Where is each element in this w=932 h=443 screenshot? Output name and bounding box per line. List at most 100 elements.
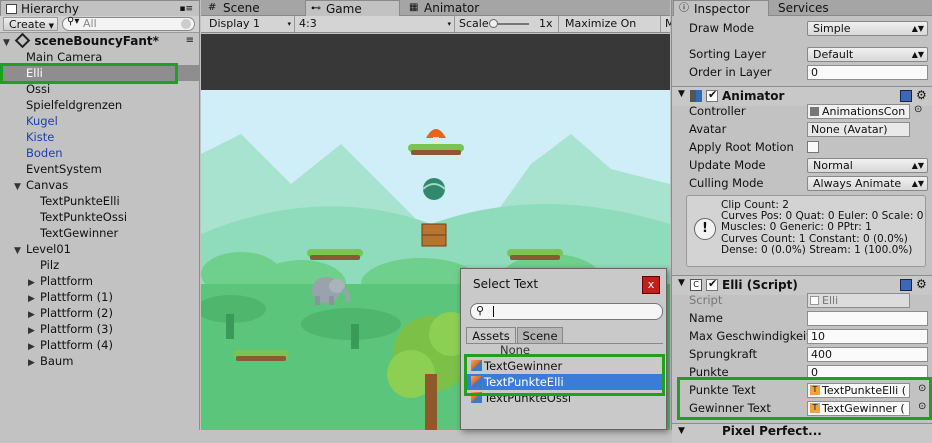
hierarchy-item[interactable]: ▼ Canvas — [0, 177, 200, 193]
aspect-label: 4:3 — [299, 17, 317, 30]
hierarchy-item-label: Plattform — [40, 274, 94, 288]
update-mode-dropdown[interactable]: Normal ▲▼ — [807, 158, 928, 173]
hierarchy-item[interactable]: Spielfeldgrenzen — [0, 97, 200, 113]
hierarchy-item[interactable]: TextPunkteOssi — [0, 209, 200, 225]
letterbox-top — [201, 34, 670, 90]
help-icon[interactable] — [900, 279, 912, 291]
tab-assets[interactable]: Assets — [466, 327, 516, 343]
hierarchy-item[interactable]: TextGewinner — [0, 225, 200, 241]
hierarchy-item[interactable]: ▼ Level01 — [0, 241, 200, 257]
name-label: Name — [689, 311, 723, 325]
hierarchy-item-label: Spielfeldgrenzen — [26, 98, 123, 112]
dialog-search-input[interactable]: ⚲ — [470, 303, 663, 320]
tab-animator[interactable]: ▦ Animator — [404, 0, 504, 16]
tab-services[interactable]: Services — [770, 0, 860, 16]
hierarchy-search[interactable]: ⚲▾ All — [62, 16, 195, 31]
inspector-tabbar: ⓘ Inspector Services — [672, 0, 932, 16]
hierarchy-item-label: Level01 — [26, 242, 71, 256]
foldout-arrow-icon[interactable]: ▼ — [678, 278, 685, 288]
draw-mode-label: Draw Mode — [689, 21, 755, 35]
crate — [421, 223, 447, 247]
hierarchy-item[interactable]: ▶ Plattform (4) — [0, 337, 200, 353]
tab-inspector[interactable]: ⓘ Inspector — [673, 0, 769, 16]
tab-scene[interactable]: Scene — [517, 327, 563, 343]
settings-gear-icon[interactable]: ⚙ — [916, 88, 927, 102]
animator-info-box: ! Clip Count: 2 Curves Pos: 0 Quat: 0 Eu… — [686, 195, 926, 267]
hierarchy-item[interactable]: EventSystem — [0, 161, 200, 177]
hierarchy-panel: Hierarchy ▪≡ Create ▼ ⚲▾ All ▼ sceneBounc… — [0, 0, 200, 430]
slider-thumb[interactable] — [489, 19, 498, 28]
hierarchy-item[interactable]: ▶ Baum — [0, 353, 200, 369]
hierarchy-item-label: Plattform (3) — [40, 322, 113, 336]
display-label: Display 1 — [209, 17, 261, 30]
maximize-on-play-toggle[interactable]: Maximize On Play — [561, 16, 661, 46]
order-in-layer-label: Order in Layer — [689, 65, 772, 79]
hierarchy-item[interactable]: Kugel — [0, 113, 200, 129]
animator-enabled-checkbox[interactable] — [706, 88, 718, 102]
apply-root-motion-checkbox[interactable] — [807, 141, 819, 153]
expand-arrow-icon[interactable]: ▶ — [28, 355, 40, 371]
jump-force-value: 400 — [811, 348, 832, 361]
display-dropdown[interactable]: Display 1 ▾ — [205, 16, 295, 32]
foldout-arrow-icon[interactable]: ▼ — [678, 426, 685, 436]
hierarchy-item[interactable]: Pilz — [0, 257, 200, 273]
tab-services-label: Services — [778, 1, 829, 15]
foldout-arrow-icon[interactable]: ▼ — [678, 89, 685, 99]
search-clear-icon[interactable] — [181, 19, 191, 29]
create-button[interactable]: Create ▼ — [3, 17, 58, 31]
search-placeholder: All — [83, 17, 97, 30]
culling-mode-dropdown[interactable]: Always Animate ▲▼ — [807, 176, 928, 191]
animator-controller-icon — [810, 107, 819, 116]
hierarchy-item[interactable]: ▶ Plattform (3) — [0, 321, 200, 337]
order-in-layer-field[interactable]: 0 — [807, 65, 928, 80]
scale-slider[interactable]: Scale 1x — [455, 16, 559, 32]
hierarchy-item-label: Canvas — [26, 178, 69, 192]
text-cursor — [493, 306, 494, 317]
mute-toggle[interactable]: M — [661, 16, 675, 32]
name-field[interactable] — [807, 311, 928, 326]
next-component-header[interactable]: ▼ Pixel Perfect... — [672, 423, 932, 443]
script-label: Script — [689, 293, 723, 307]
draw-mode-dropdown[interactable]: Simple ▲▼ — [807, 21, 928, 36]
max-speed-field[interactable]: 10 — [807, 329, 928, 344]
scene-menu-icon[interactable]: ≡ — [186, 33, 194, 49]
hierarchy-item-label: Kiste — [26, 130, 55, 144]
scene-name: sceneBouncyFant* — [34, 34, 159, 48]
hierarchy-item[interactable]: TextPunkteElli — [0, 193, 200, 209]
scale-value: 1x — [539, 17, 553, 30]
hierarchy-item[interactable]: ▶ Plattform — [0, 273, 200, 289]
object-picker-icon[interactable]: ⊙ — [914, 104, 922, 115]
ball — [422, 178, 446, 200]
settings-gear-icon[interactable]: ⚙ — [916, 277, 927, 291]
help-icon[interactable] — [900, 90, 912, 102]
close-button[interactable]: x — [642, 276, 660, 294]
sorting-layer-label: Sorting Layer — [689, 47, 767, 61]
jump-force-label: Sprungkraft — [689, 347, 757, 361]
next-component-title: Pixel Perfect... — [722, 424, 822, 438]
animator-icon: ▦ — [409, 2, 419, 13]
script-enabled-checkbox[interactable] — [706, 277, 718, 291]
scene-row[interactable]: ▼ sceneBouncyFant* ≡ — [0, 32, 200, 49]
hierarchy-item[interactable]: Kiste — [0, 129, 200, 145]
tab-scene[interactable]: # Scene — [203, 0, 287, 16]
hierarchy-item-label: EventSystem — [26, 162, 102, 176]
hierarchy-item[interactable]: ▶ Plattform (2) — [0, 305, 200, 321]
tab-animator-label: Animator — [424, 1, 480, 15]
panel-menu-icon[interactable]: ▪≡ — [179, 1, 193, 17]
hierarchy-item[interactable]: Boden — [0, 145, 200, 161]
sorting-layer-value: Default — [813, 48, 854, 61]
hierarchy-item[interactable]: ▶ Plattform (1) — [0, 289, 200, 305]
hierarchy-item-label: Plattform (4) — [40, 338, 113, 352]
tab-game[interactable]: ⊷ Game — [305, 0, 400, 16]
avatar-field[interactable]: None (Avatar) — [807, 122, 910, 137]
hierarchy-item-label: TextGewinner — [40, 226, 119, 240]
tab-hierarchy[interactable]: Hierarchy ▪≡ — [0, 0, 200, 16]
culling-mode-value: Always Animate — [813, 177, 902, 190]
sorting-layer-dropdown[interactable]: Default ▲▼ — [807, 47, 928, 62]
controller-field[interactable]: AnimationsCon — [807, 104, 910, 119]
jump-force-field[interactable]: 400 — [807, 347, 928, 362]
tab-scene-label: Scene — [522, 329, 558, 343]
aspect-dropdown[interactable]: 4:3 ▾ — [295, 16, 455, 32]
max-speed-label: Max Geschwindigkeit — [689, 329, 807, 343]
info-line: Dense: 0 (0.0%) Stream: 1 (100.0%) — [721, 243, 913, 256]
